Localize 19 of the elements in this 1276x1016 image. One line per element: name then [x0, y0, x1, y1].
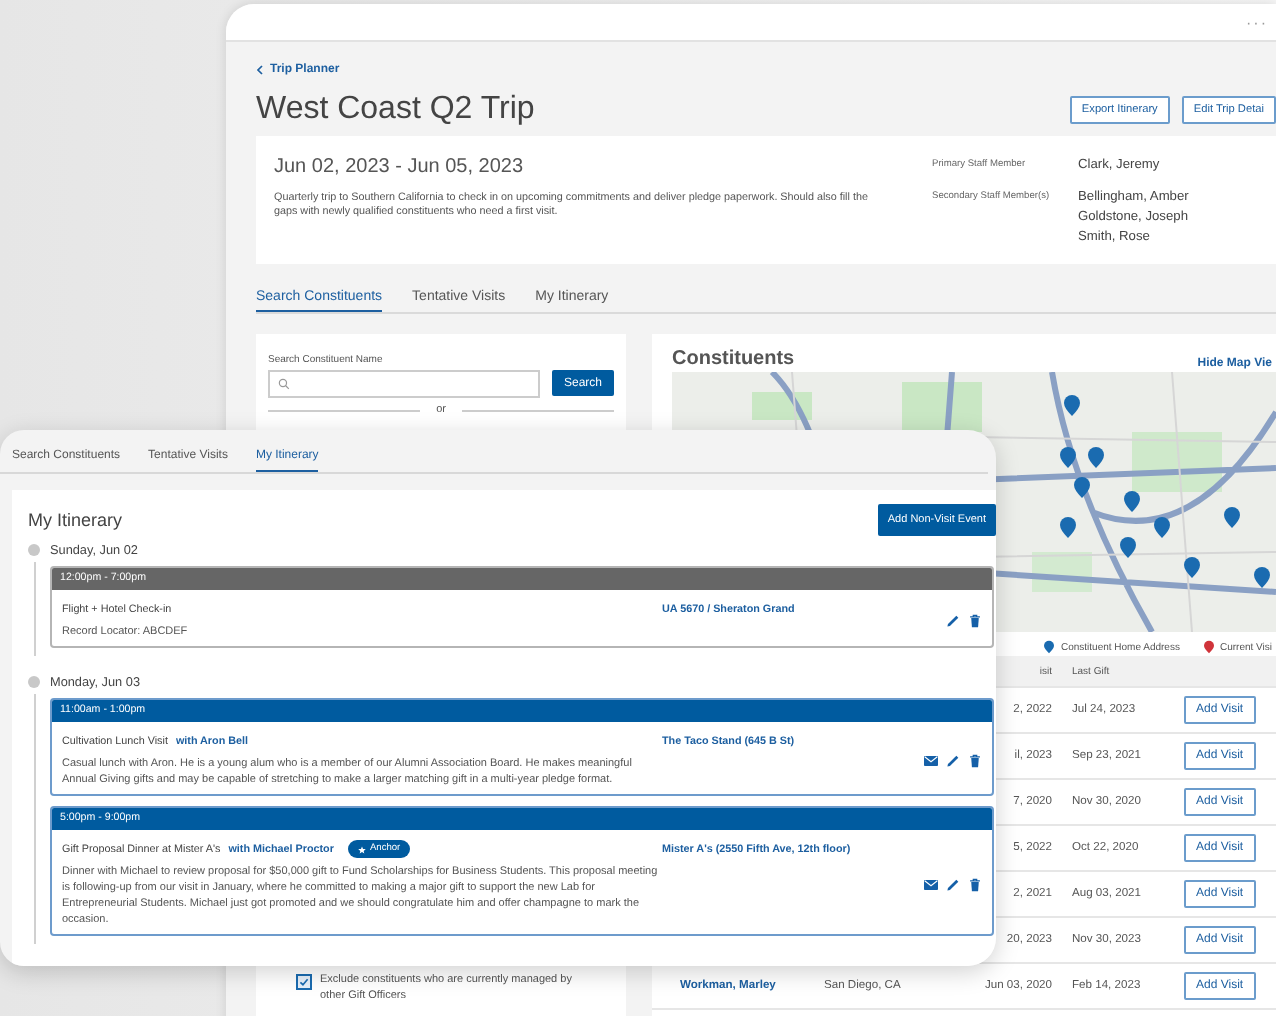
timeline-dot — [28, 676, 40, 688]
checkbox[interactable] — [296, 974, 312, 990]
section-title: Constituents — [672, 348, 795, 370]
trash-icon[interactable] — [968, 613, 982, 627]
edit-icon[interactable] — [946, 753, 960, 767]
trash-icon[interactable] — [968, 753, 982, 767]
chevron-left-icon — [256, 64, 264, 76]
trash-icon[interactable] — [968, 877, 982, 891]
search-field[interactable] — [268, 370, 540, 398]
search-icon — [278, 378, 290, 390]
edit-icon[interactable] — [946, 613, 960, 627]
edit-icon[interactable] — [946, 877, 960, 891]
email-icon[interactable] — [924, 753, 938, 767]
trip-dates: Jun 02, 2023 - Jun 05, 2023 — [274, 156, 526, 178]
timeline-dot — [28, 544, 40, 556]
email-icon[interactable] — [924, 877, 938, 891]
star-icon — [357, 845, 366, 853]
page-title: West Coast Q2 Trip — [256, 92, 535, 128]
section-title: My Itinerary — [28, 510, 123, 530]
